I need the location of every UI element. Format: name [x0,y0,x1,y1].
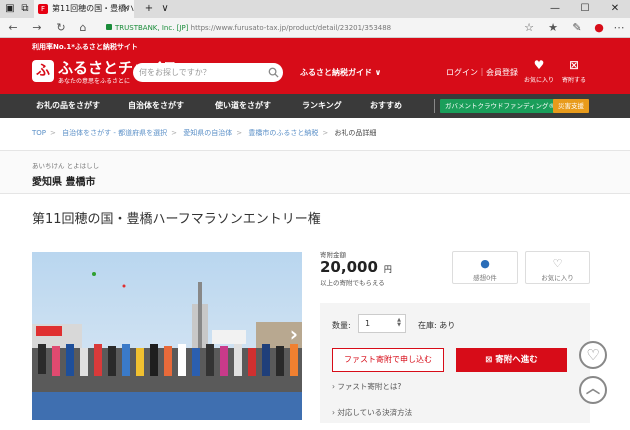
add-favorite-button[interactable]: ♡ お気に入り [525,251,590,284]
quantity-label: 数量: [332,321,351,330]
proceed-donation-label: 寄附へ進む [495,355,538,365]
donate-label: 寄附する [561,77,586,84]
logo-subtitle: あなたの意思をふるさとに [58,78,131,85]
site-favicon-icon: F [38,4,48,14]
breadcrumb-city[interactable]: 豊橋市のふるさと納税 [248,129,318,137]
search-placeholder: 何をお探しですか？ [139,68,211,77]
reading-view-icon[interactable]: ☆ [522,21,536,35]
tab-list-chevron-icon[interactable]: ∨ [158,2,172,16]
nav-item-municipalities[interactable]: 自治体をさがす [128,94,184,118]
favorite-heart-icon: ♡ [552,257,563,270]
address-bar: ← → ↻ ⌂ TRUSTBANK, Inc. [JP] https://www… [0,18,630,38]
site-header: 利用率No.1*ふるさと納税サイト ふ ふるさとチョイス あなたの意思をふるさと… [0,38,630,94]
floating-favorite-button[interactable]: ♡ [579,341,607,369]
heart-icon: ♥ [533,58,545,72]
nav-item-uses[interactable]: 使い道をさがす [215,94,271,118]
more-menu-icon[interactable]: ⋯ [612,21,626,35]
breadcrumb-current: お礼の品詳細 [334,129,377,137]
logo-icon[interactable]: ふ [32,60,54,82]
donation-panel: 数量: 1 ▲ ▼ 在庫: あり ファスト寄附で申し込む ⊠ 寄附へ進む › ファ… [320,303,590,423]
refresh-icon[interactable]: ↻ [54,21,68,35]
donation-amount: 20,000 円 [320,258,392,276]
favorite-label: お気に入り [541,274,574,282]
quantity-stepper[interactable]: 1 ▲ ▼ [358,314,406,333]
spinner-arrows-icon[interactable]: ▲ ▼ [397,318,401,328]
marathon-photo-image [32,252,302,420]
close-tab-icon[interactable]: ✕ [122,0,130,18]
amount-value: 20,000 [320,258,378,276]
donate-header-button[interactable]: ⊠ 寄附する [557,58,591,84]
scroll-to-top-button[interactable]: ︿ [579,376,607,404]
municipality-banner: あいちけん とよはしし 愛知県 豊橋市 [0,150,630,194]
url-field[interactable]: TRUSTBANK, Inc. [JP] https://www.furusat… [106,21,391,35]
municipality-name[interactable]: 愛知県 豊橋市 [32,173,95,188]
gov-crowdfunding-button[interactable]: ガバメントクラウドファンディング® [440,99,561,113]
tab-actions-icon[interactable]: ▣ [3,2,17,16]
payment-methods-link[interactable]: › 対応している決済方法 [332,407,412,418]
breadcrumb-top[interactable]: TOP [32,129,46,137]
url-path: https://www.furusato-tax.jp/product/deta… [190,24,392,32]
guide-menu[interactable]: ふるさと納税ガイド ∨ [300,67,381,78]
comment-bubble-icon: ● [480,257,490,270]
stock-status: 在庫: あり [418,321,456,330]
back-arrow-icon[interactable]: ← [6,21,20,35]
fast-donation-info-link[interactable]: › ファスト寄附とは? [332,381,401,392]
url-site: TRUSTBANK, Inc. [JP] [115,24,189,32]
forward-arrow-icon[interactable]: → [30,21,44,35]
reviews-button[interactable]: ● 感想0件 [452,251,518,284]
yen-unit: 円 [383,265,392,274]
login-link[interactable]: ログイン｜会員登録 [446,67,518,78]
product-photo[interactable]: › [32,252,302,420]
municipality-kana: あいちけん とよはしし [32,162,100,170]
tab-back-icon[interactable]: ⧉ [18,2,32,16]
close-window-icon[interactable]: ✕ [600,0,630,18]
gift-icon: ⊠ [568,58,580,72]
disaster-support-button[interactable]: 災害支援 [553,99,589,113]
favorites-header-button[interactable]: ♥ お気に入り [522,58,556,84]
reviews-label: 感想0件 [473,274,497,282]
gift-box-icon: ⊠ [485,355,496,365]
search-icon[interactable] [268,67,279,78]
proceed-donation-button[interactable]: ⊠ 寄附へ進む [456,348,567,372]
tagline: 利用率No.1*ふるさと納税サイト [32,43,138,51]
home-icon[interactable]: ⌂ [76,21,90,35]
main-nav: お礼の品をさがす 自治体をさがす 使い道をさがす ランキング おすすめ ガバメン… [0,94,630,118]
breadcrumb-search-municipality[interactable]: 自治体をさがす - 都道府県を選択 [62,129,167,137]
new-tab-button[interactable]: + [142,2,156,16]
favorites-label: お気に入り [523,77,554,84]
quantity-value: 1 [365,319,371,328]
browser-tab[interactable]: F 第11回穂の国・豊橋ハーフ ✕ [34,0,134,18]
breadcrumb: TOP > 自治体をさがす - 都道府県を選択 > 愛知県の自治体 > 豊橋市のふるさ… [32,129,377,137]
lock-icon [106,24,112,30]
fast-donation-button[interactable]: ファスト寄附で申し込む [332,348,444,372]
search-input[interactable]: 何をお探しですか？ [133,63,283,82]
extension-icon[interactable]: ● [592,21,606,35]
nav-divider [434,99,435,113]
chevron-up-icon: ︿ [586,381,600,397]
nav-item-ranking[interactable]: ランキング [302,94,342,118]
nav-item-products[interactable]: お礼の品をさがす [36,94,100,118]
nav-item-recommend[interactable]: おすすめ [370,94,402,118]
favorites-star-icon[interactable]: ★ [546,21,560,35]
minimize-icon[interactable]: — [540,0,570,18]
product-title: 第11回穂の国・豊橋ハーフマラソンエントリー権 [32,212,321,227]
floating-heart-icon: ♡ [586,346,600,364]
amount-note: 以上の寄附でもらえる [320,279,385,287]
maximize-icon[interactable]: ☐ [570,0,600,18]
breadcrumb-prefecture[interactable]: 愛知県の自治体 [183,129,232,137]
read-list-icon[interactable]: ✎ [570,21,584,35]
browser-tab-bar: ▣ ⧉ F 第11回穂の国・豊橋ハーフ ✕ + ∨ — ☐ ✕ [0,0,630,18]
next-photo-chevron-icon[interactable]: › [290,322,298,346]
